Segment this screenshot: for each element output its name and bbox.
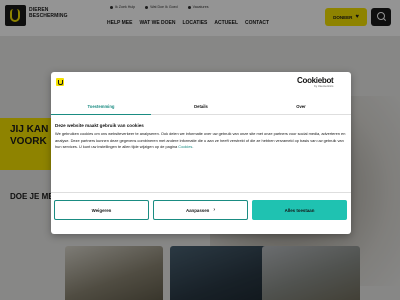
chevron-right-icon: › (213, 207, 216, 213)
consent-body: Deze website maakt gebruik van cookies W… (55, 123, 347, 151)
tab-over[interactable]: Over (251, 99, 351, 114)
divider (51, 192, 351, 193)
customize-button[interactable]: Aanpassen › (153, 200, 248, 220)
cookie-consent-dialog: Cookiebot by Usercentrics Toestemming De… (51, 72, 351, 234)
site-logo-icon (56, 78, 64, 86)
tab-toestemming[interactable]: Toestemming (51, 99, 151, 115)
allow-all-button[interactable]: Alles toestaan (252, 200, 347, 220)
consent-heading: Deze website maakt gebruik van cookies (55, 123, 144, 128)
consent-text: We gebruiken cookies om ons websiteverke… (55, 131, 346, 150)
cookies-link[interactable]: Cookies (178, 144, 192, 149)
tab-details[interactable]: Details (151, 99, 251, 114)
deny-button[interactable]: Weigeren (54, 200, 149, 220)
consent-tabs: Toestemming Details Over (51, 99, 351, 115)
cookiebot-brand[interactable]: Cookiebot by Usercentrics (297, 76, 334, 88)
